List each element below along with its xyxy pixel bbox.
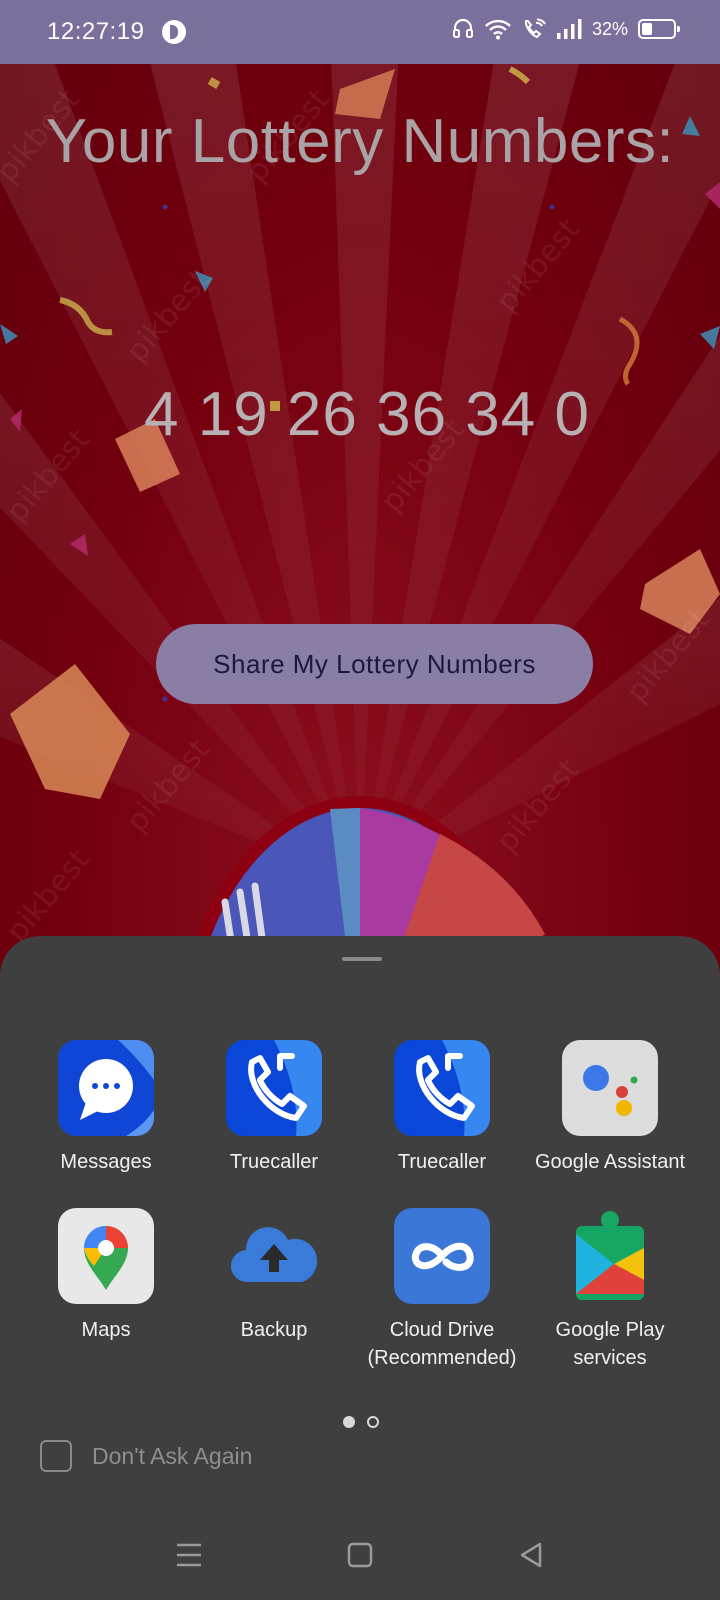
- share-sheet: Messages Truecaller Truecaller Google As…: [0, 936, 720, 1600]
- signal-icon: [556, 19, 582, 39]
- share-target-maps[interactable]: Maps: [22, 1208, 190, 1372]
- truecaller-icon: [226, 1040, 322, 1136]
- share-target-truecaller[interactable]: Truecaller: [358, 1040, 526, 1176]
- status-icons: 32%: [452, 18, 680, 40]
- navigation-bar: [0, 1520, 720, 1600]
- app-label: Backup: [240, 1319, 308, 1341]
- backup-cloud-icon: [226, 1208, 322, 1304]
- page-title: Your Lottery Numbers:: [45, 107, 675, 176]
- app-label: Truecaller: [229, 1151, 319, 1173]
- back-icon: [520, 1542, 542, 1568]
- app-label: Maps: [81, 1319, 131, 1341]
- home-button[interactable]: [335, 1530, 385, 1580]
- dont-ask-again-option[interactable]: Don't Ask Again: [40, 1440, 252, 1472]
- home-icon: [347, 1542, 373, 1568]
- app-label: Google Assistant: [534, 1151, 686, 1173]
- page-dot-inactive[interactable]: [367, 1416, 379, 1428]
- maps-icon: [58, 1208, 154, 1304]
- messages-icon: [58, 1040, 154, 1136]
- back-button[interactable]: [506, 1530, 556, 1580]
- wifi-calling-icon: [522, 18, 546, 40]
- sheet-drag-handle[interactable]: [342, 957, 382, 961]
- app-label: Messages: [60, 1151, 152, 1173]
- battery-icon: [638, 19, 680, 39]
- page-indicator: [343, 1416, 379, 1428]
- app-label: Google Play services: [555, 1319, 665, 1369]
- status-time: 12:27:19: [47, 18, 145, 45]
- share-target-cloud-drive[interactable]: Cloud Drive (Recommended): [358, 1208, 526, 1372]
- headset-icon: [452, 18, 474, 40]
- share-target-backup[interactable]: Backup: [190, 1208, 358, 1372]
- truecaller-icon: [394, 1040, 490, 1136]
- share-target-google-assistant[interactable]: Google Assistant: [526, 1040, 694, 1176]
- menu-button[interactable]: [164, 1530, 214, 1580]
- share-lottery-numbers-button[interactable]: Share My Lottery Numbers: [156, 624, 593, 704]
- dont-ask-again-label: Don't Ask Again: [92, 1442, 253, 1469]
- cloud-drive-icon: [394, 1208, 490, 1304]
- lottery-numbers: 4 19 26 36 34 0: [144, 380, 590, 449]
- share-target-truecaller[interactable]: Truecaller: [190, 1040, 358, 1176]
- share-target-messages[interactable]: Messages: [22, 1040, 190, 1176]
- share-target-google-play-services[interactable]: Google Play services: [526, 1208, 694, 1372]
- dont-ask-again-checkbox[interactable]: [40, 1440, 72, 1472]
- google-play-services-icon: [562, 1208, 658, 1304]
- google-assistant-icon: [562, 1040, 658, 1136]
- status-bar: 12:27:19 32%: [0, 0, 720, 64]
- share-app-grid: Messages Truecaller Truecaller Google As…: [22, 1040, 702, 1372]
- app-notification-icon: [162, 20, 186, 44]
- celebration-background: pikbest pikbest pikbest pikbest pikbest …: [0, 64, 720, 1064]
- menu-icon: [177, 1543, 201, 1567]
- app-label: Cloud Drive (Recommended): [367, 1319, 517, 1369]
- lottery-screen: pikbest pikbest pikbest pikbest pikbest …: [0, 64, 720, 1064]
- wifi-icon: [484, 18, 512, 40]
- svg-text:pikbest: pikbest: [0, 842, 97, 949]
- app-label: Truecaller: [397, 1151, 487, 1173]
- battery-percent: 32%: [591, 18, 628, 39]
- page-dot-active[interactable]: [343, 1416, 355, 1428]
